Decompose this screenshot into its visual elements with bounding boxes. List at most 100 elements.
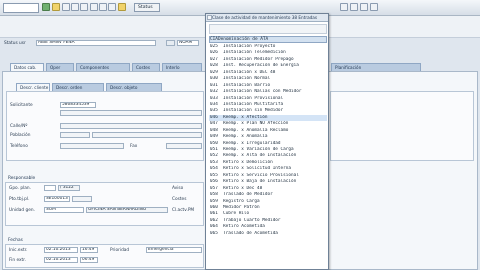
subtab-descr-orden[interactable]: Descr. orden	[52, 83, 104, 91]
tab-interlo[interactable]: Interlo	[162, 63, 202, 71]
row-desc: Instalación Barrio	[223, 82, 271, 88]
poblacion-cp-field	[60, 132, 90, 138]
fax-label: Fax	[130, 144, 138, 149]
tab-oper[interactable]: Oper	[46, 63, 74, 71]
inicio-extremo-label: Inic.extr.	[9, 248, 28, 253]
row-code: 065	[210, 230, 218, 236]
solicitante-label: Solicitante	[10, 103, 33, 108]
row-desc: Retiro x Baja de Instalación	[223, 179, 297, 185]
popup-list: 025 Instalación Proyecto 026 Instalación Te…	[209, 44, 327, 237]
solicitante-name-field	[60, 110, 202, 116]
tab-datos-cab[interactable]: Datos cab.	[10, 63, 44, 71]
unidad-gen-label: Unidad gen.	[9, 208, 35, 213]
row-desc: Reemp. x Variación de Carga	[223, 147, 294, 152]
cancel-icon[interactable]	[80, 3, 88, 11]
exit-icon[interactable]	[71, 3, 79, 11]
row-desc: Registro Carga	[223, 198, 260, 204]
unidad-gen-field[interactable]: SOM	[44, 207, 84, 213]
popup-scrollbar[interactable]	[328, 22, 329, 270]
status-code-field: NOAM	[177, 40, 199, 46]
tab-costes[interactable]: Costes	[132, 63, 160, 71]
back-icon[interactable]	[62, 3, 70, 11]
shortcut-icon[interactable]	[118, 3, 126, 11]
row-desc: Reemp. x Anomalía Reclamo	[223, 127, 289, 133]
puesto-trabajo-label: Pto.tbj.pl.	[9, 197, 30, 202]
new-session-icon[interactable]	[340, 3, 348, 11]
subtab-descr-cliente[interactable]: Descr. cliente	[16, 83, 50, 91]
row-desc: Instalación x DEC 48	[223, 69, 276, 75]
subtab-descr-objeto[interactable]: Descr. objeto	[106, 83, 162, 91]
help-icon[interactable]	[370, 3, 378, 11]
fax-field	[166, 143, 202, 149]
prioridad-label: Prioridad	[110, 248, 130, 253]
costes-label: Costes	[172, 197, 187, 202]
fin-extremo-date[interactable]: 02.10.2013	[44, 257, 78, 263]
fin-extremo-label: Fin extr.	[9, 258, 26, 263]
inicio-extremo-time[interactable]: 16:49	[80, 247, 98, 253]
fin-extremo-time[interactable]: 06:49	[80, 257, 98, 263]
status-detail-button[interactable]	[166, 40, 175, 46]
first-page-icon[interactable]	[350, 3, 358, 11]
tab-componentes[interactable]: Componentes	[76, 63, 130, 71]
popup-column-header: CIADenominación de ATA	[209, 36, 327, 43]
activity-class-popup: Clase de actividad de mantenimiento 38 E…	[205, 13, 329, 270]
row-desc: Instalación sin Medidor	[223, 108, 284, 114]
enter-icon[interactable]	[42, 3, 50, 11]
command-field[interactable]	[3, 3, 39, 13]
list-item[interactable]: 065 Traslado de Acometida	[209, 231, 327, 237]
row-desc: Instalación Provisional	[223, 95, 284, 101]
popup-menu-icon[interactable]	[207, 15, 212, 20]
find-next-icon[interactable]	[108, 3, 116, 11]
row-desc: Inst. Recuperación de Energía	[223, 63, 299, 69]
save-icon[interactable]	[52, 3, 60, 11]
client-panel-right	[330, 91, 474, 161]
status-field: ABIE SMNV FENA	[36, 40, 156, 46]
row-desc: Traslado de Acometida	[223, 230, 278, 236]
row-desc: Instalación Telemedición	[223, 50, 286, 56]
row-desc: Retiro x Solicitud Interna	[223, 166, 291, 172]
aviso-label: Aviso	[172, 186, 184, 191]
col-desc-header: Denominación de ATA	[217, 37, 269, 42]
print-icon[interactable]	[90, 3, 98, 11]
row-desc: Instalación Nalias con Medidor	[223, 89, 302, 95]
grupo-plan-label: Gpo. plan.	[9, 186, 31, 191]
row-desc: Reemp. x Plan NO Afección	[223, 121, 289, 127]
solicitante-field[interactable]: 5868334539	[60, 102, 96, 108]
unidad-gen-desc: OFICINA SAN BERNARDINO	[86, 207, 168, 213]
row-desc: Medidor Patrón	[223, 204, 260, 210]
grupo-plan-value: / 3122	[58, 185, 80, 191]
grupo-plan-field[interactable]	[44, 185, 56, 191]
puesto-trabajo-field[interactable]: SE100013	[44, 196, 70, 202]
row-desc: Reemp. x Alta de Instalación	[223, 153, 297, 159]
telefono-field	[60, 143, 124, 149]
inicio-extremo-date[interactable]: 02.10.2013	[44, 247, 78, 253]
poblacion-field	[92, 132, 202, 138]
row-desc: Reemp. x Anomalía	[223, 134, 268, 140]
popup-title: Clase de actividad de mantenimiento 38 E…	[206, 14, 328, 22]
status-user-label: Status usr	[4, 41, 26, 46]
status-button[interactable]: Status	[134, 3, 160, 12]
row-desc: Instalación Normal	[223, 76, 271, 82]
row-desc: Reemp. x Irregularidad	[223, 140, 281, 146]
row-desc: Retiro x Servicio Provisional	[223, 172, 299, 178]
telefono-label: Teléfono	[10, 144, 28, 149]
last-page-icon[interactable]	[360, 3, 368, 11]
prioridad-field[interactable]: Emergencia	[146, 247, 202, 253]
row-desc: Instalación Multitarifa	[223, 101, 284, 107]
puesto-trabajo-desc	[72, 196, 92, 202]
clase-actividad-label: Cl.actv.PM	[172, 208, 195, 213]
fechas-title: Fechas	[8, 238, 23, 243]
calle-label: Calle/Nº	[10, 124, 28, 129]
row-desc: Retiro Acometida	[223, 224, 265, 230]
row-desc: Cubre Hilo	[223, 211, 250, 217]
responsable-title: Responsable	[8, 176, 36, 181]
poblacion-label: Población	[10, 133, 31, 138]
calle-field	[60, 123, 202, 129]
row-desc: Traslado de Medidor	[223, 192, 273, 198]
row-desc: Instalación Proyecto	[223, 44, 276, 49]
find-icon[interactable]	[99, 3, 107, 11]
row-desc: Retiro x Dec 48	[223, 185, 263, 191]
tab-planificacion[interactable]: Planificación	[331, 63, 421, 71]
row-desc: Reemp. x Afectión	[223, 114, 268, 120]
col-code-header: CIA	[210, 37, 218, 42]
